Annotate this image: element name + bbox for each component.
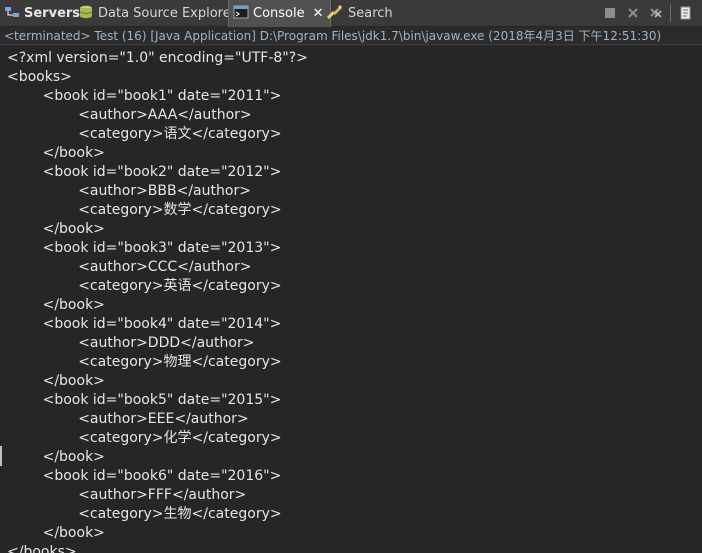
console-output[interactable]: <?xml version="1.0" encoding="UTF-8"?> <… bbox=[0, 46, 702, 553]
terminate-icon[interactable] bbox=[600, 4, 620, 22]
tab-console-label: Console bbox=[253, 6, 305, 21]
console-line: <book id="book4" date="2014"> bbox=[7, 316, 282, 332]
console-icon bbox=[233, 5, 249, 23]
search-icon bbox=[326, 4, 344, 24]
remove-all-terminated-icon[interactable] bbox=[646, 4, 666, 22]
console-line: <author>BBB</author> bbox=[7, 183, 251, 199]
console-status-line: <terminated> Test (16) [Java Application… bbox=[0, 27, 702, 45]
console-line: </book> bbox=[7, 525, 105, 541]
console-line: </book> bbox=[7, 221, 105, 237]
console-line: <author>EEE</author> bbox=[7, 411, 249, 427]
console-line: <book id="book2" date="2012"> bbox=[7, 164, 282, 180]
console-line: <category>化学</category> bbox=[7, 430, 282, 446]
toolbar-separator bbox=[670, 4, 671, 22]
tab-console[interactable]: Console ✕ bbox=[228, 0, 331, 27]
console-line: <category>语文</category> bbox=[7, 126, 282, 142]
console-line: <book id="book6" date="2016"> bbox=[7, 468, 282, 484]
console-line: <author>AAA</author> bbox=[7, 107, 252, 123]
console-line: <books> bbox=[7, 69, 72, 85]
clear-console-icon[interactable] bbox=[676, 4, 696, 22]
console-line: <category>物理</category> bbox=[7, 354, 282, 370]
console-line: </book> bbox=[7, 373, 105, 389]
console-line: <book id="book5" date="2015"> bbox=[7, 392, 282, 408]
tab-search-label: Search bbox=[348, 6, 393, 21]
remove-launch-icon[interactable] bbox=[623, 4, 643, 22]
console-line: <category>英语</category> bbox=[7, 278, 282, 294]
console-line: <category>数学</category> bbox=[7, 202, 282, 218]
servers-icon bbox=[4, 5, 20, 23]
console-line: <?xml version="1.0" encoding="UTF-8"?> bbox=[7, 50, 308, 66]
console-line: <author>DDD</author> bbox=[7, 335, 255, 351]
console-line: <book id="book3" date="2013"> bbox=[7, 240, 282, 256]
tab-servers[interactable]: Servers bbox=[4, 0, 80, 27]
tab-data-source-explorer[interactable]: Data Source Explorer bbox=[78, 0, 236, 27]
view-tab-bar: Servers Data Source Explorer Console ✕ S… bbox=[0, 0, 702, 27]
console-line: </book> bbox=[7, 297, 105, 313]
console-line: <author>CCC</author> bbox=[7, 259, 252, 275]
console-line: </books> bbox=[7, 544, 77, 553]
console-line: <author>FFF</author> bbox=[7, 487, 247, 503]
console-line: </book> bbox=[7, 449, 105, 465]
tab-servers-label: Servers bbox=[24, 6, 81, 21]
close-icon[interactable]: ✕ bbox=[313, 6, 324, 21]
database-icon bbox=[78, 4, 94, 24]
console-line: <category>生物</category> bbox=[7, 506, 282, 522]
text-caret bbox=[0, 446, 2, 466]
console-line: </book> bbox=[7, 145, 105, 161]
tab-search[interactable]: Search bbox=[326, 0, 393, 27]
tab-data-source-explorer-label: Data Source Explorer bbox=[98, 6, 237, 21]
console-line: <book id="book1" date="2011"> bbox=[7, 88, 282, 104]
